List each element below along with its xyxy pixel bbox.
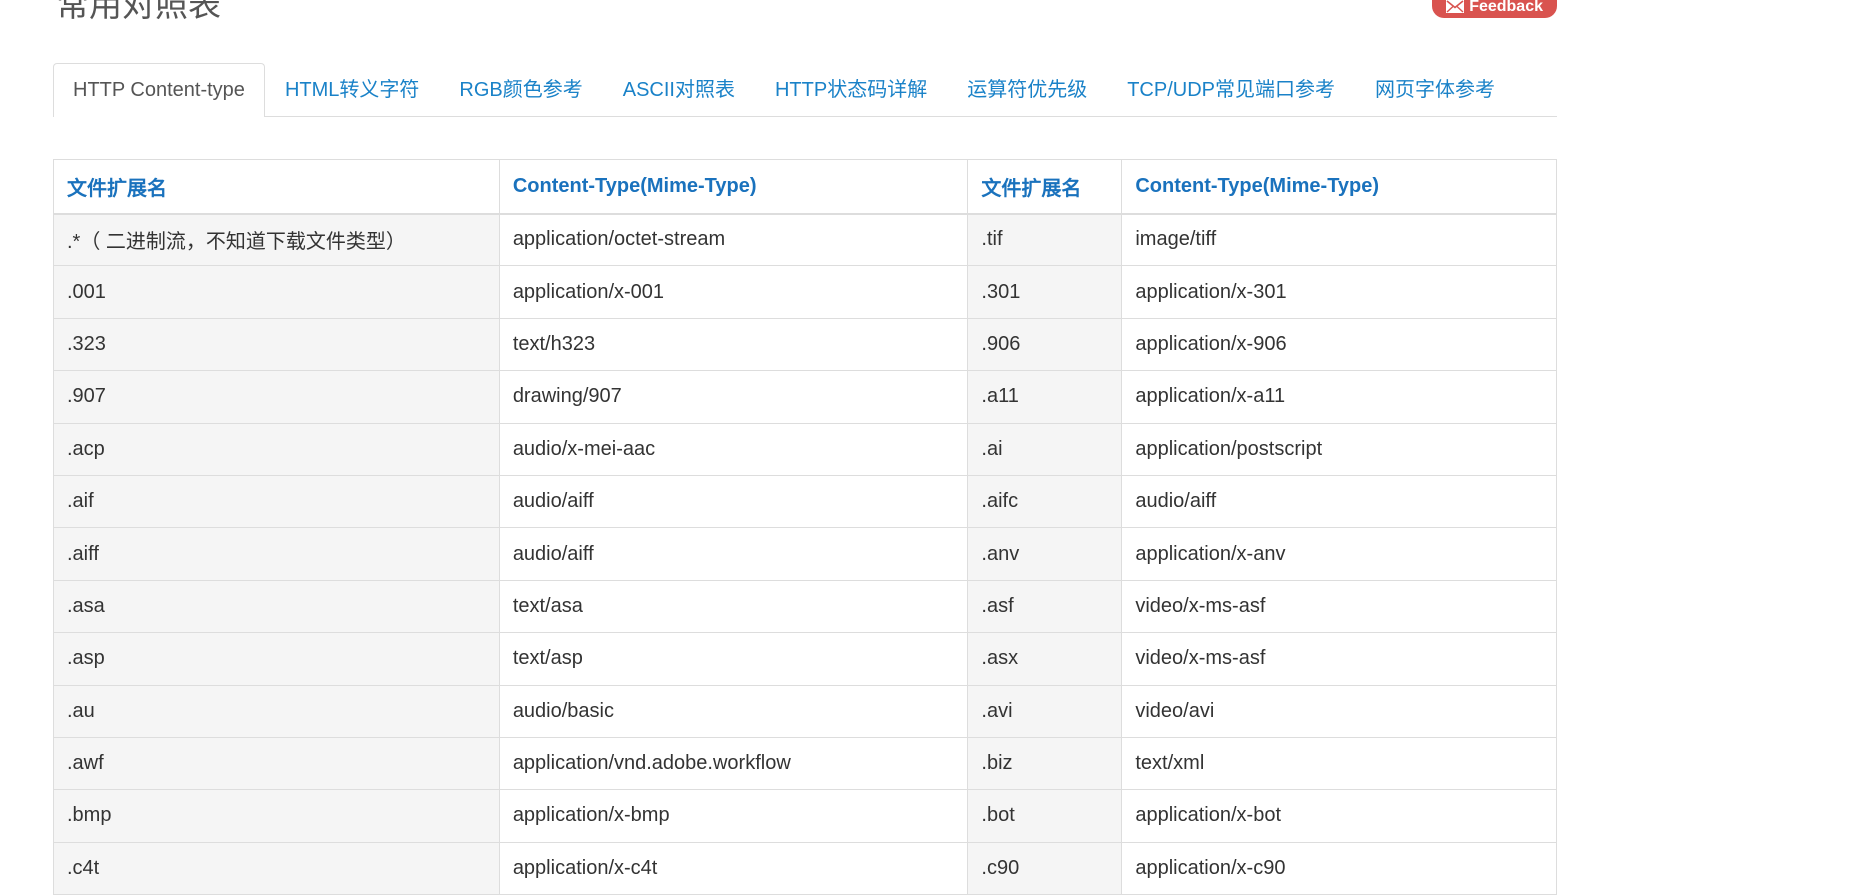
cell-extension: .c4t [53,841,500,895]
table-header-row: 文件扩展名 Content-Type(Mime-Type) 文件扩展名 Cont… [53,159,1557,215]
cell-extension: .anv [967,527,1123,581]
cell-content-type: application/vnd.adobe.workflow [498,736,969,791]
cell-content-type: text/asp [498,632,969,686]
table-row: .c4t application/x-c4t .c90 application/x-c… [53,841,1557,895]
cell-content-type: application/x-c90 [1121,841,1557,895]
feedback-label: Feedback [1469,0,1543,15]
cell-content-type: image/tiff [1121,212,1557,267]
cell-extension: .asa [53,579,500,634]
content-type-table: 文件扩展名 Content-Type(Mime-Type) 文件扩展名 Cont… [53,159,1557,895]
cell-content-type: application/x-906 [1121,317,1557,372]
cell-content-type: application/x-001 [498,265,969,319]
cell-extension: .a11 [967,370,1123,424]
cell-content-type: video/x-ms-asf [1121,632,1557,686]
cell-extension: .avi [967,684,1123,738]
cell-extension: .bot [967,789,1123,843]
cell-extension: .ai [967,422,1123,476]
cell-content-type: text/asa [498,579,969,634]
cell-content-type: drawing/907 [498,370,969,424]
tab-html-escape[interactable]: HTML转义字符 [265,63,439,116]
tab-operator-precedence[interactable]: 运算符优先级 [947,63,1107,116]
cell-extension: .aiff [53,527,500,581]
cell-extension: .001 [53,265,500,319]
cell-extension: .asp [53,632,500,686]
table-row: .acp audio/x-mei-aac .ai application/postsc… [53,422,1557,476]
table-row: .001 application/x-001.301 application/x-3… [53,265,1557,319]
table-row: .*（ 二进制流，不知道下载文件类型） application/octet-str… [53,212,1557,267]
header-content-type-2: Content-Type(Mime-Type) [1121,159,1557,215]
cell-content-type: application/x-a11 [1121,370,1557,424]
cell-content-type: audio/basic [498,684,969,738]
cell-extension: .323 [53,317,500,372]
cell-content-type: application/x-c4t [498,841,969,895]
cell-content-type: audio/aiff [498,474,969,529]
cell-content-type: application/octet-stream [498,212,969,267]
cell-content-type: audio/aiff [498,527,969,581]
cell-content-type: application/x-bmp [498,789,969,843]
cell-extension: .aifc [967,474,1123,529]
table-row: .aiff audio/aiff .anv application/x-anv [53,527,1557,581]
cell-content-type: text/h323 [498,317,969,372]
table-row: .aif audio/aiff .aifc audio/aiff [53,474,1557,529]
cell-extension: .au [53,684,500,738]
tab-web-fonts[interactable]: 网页字体参考 [1355,63,1515,116]
tab-rgb-colors[interactable]: RGB颜色参考 [439,63,602,116]
table-row: .asa text/asa .asf video/x-ms-asf [53,579,1557,634]
table-body: .*（ 二进制流，不知道下载文件类型） application/octet-str… [53,212,1557,895]
cell-content-type: audio/aiff [1121,474,1557,529]
header-extension-2: 文件扩展名 [967,159,1123,215]
cell-extension: .*（ 二进制流，不知道下载文件类型） [53,212,500,267]
cell-extension: .bmp [53,789,500,843]
cell-extension: .c90 [967,841,1123,895]
cell-extension: .awf [53,736,500,791]
cell-extension: .asf [967,579,1123,634]
cell-content-type: application/x-301 [1121,265,1557,319]
cell-content-type: application/x-bot [1121,789,1557,843]
cell-content-type: video/x-ms-asf [1121,579,1557,634]
cell-content-type: text/xml [1121,736,1557,791]
cell-extension: .tif [967,212,1123,267]
table-row: .asp text/asp .asx video/x-ms-asf [53,632,1557,686]
header-content-type-1: Content-Type(Mime-Type) [498,159,969,215]
tab-bar: HTTP Content-type HTML转义字符 RGB颜色参考 ASCII… [53,63,1557,117]
cell-extension: .biz [967,736,1123,791]
header-extension-1: 文件扩展名 [53,159,500,215]
cell-extension: .906 [967,317,1123,372]
table-row: .au audio/basic .avi video/avi [53,684,1557,738]
table-row: .323 text/h323.906 application/x-906 [53,317,1557,372]
cell-content-type: application/x-anv [1121,527,1557,581]
tab-tcp-udp-ports[interactable]: TCP/UDP常见端口参考 [1107,63,1355,116]
page-title: 常用对照表 [56,0,221,24]
tab-ascii[interactable]: ASCII对照表 [603,63,755,116]
tab-http-status[interactable]: HTTP状态码详解 [755,63,947,116]
table-row: .bmp application/x-bmp .bot application/x-b… [53,789,1557,843]
envelope-icon [1446,0,1465,13]
cell-extension: .301 [967,265,1123,319]
table-row: .awf application/vnd.adobe.workflow .biz te… [53,736,1557,791]
table-row: .907 drawing/907 .a11 application/x-a11 [53,370,1557,424]
cell-content-type: video/avi [1121,684,1557,738]
cell-extension: .907 [53,370,500,424]
cell-extension: .aif [53,474,500,529]
feedback-button[interactable]: Feedback [1432,0,1557,18]
cell-extension: .asx [967,632,1123,686]
cell-content-type: audio/x-mei-aac [498,422,969,476]
tab-http-content-type[interactable]: HTTP Content-type [53,63,265,117]
cell-extension: .acp [53,422,500,476]
cell-content-type: application/postscript [1121,422,1557,476]
